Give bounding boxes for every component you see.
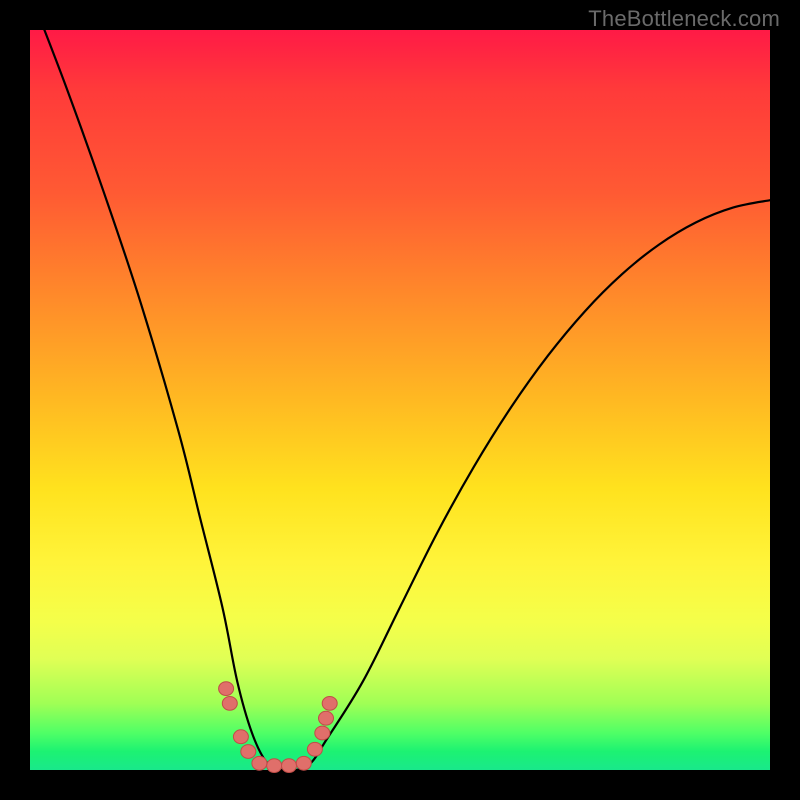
marker-dot: [219, 682, 234, 696]
marker-dot: [222, 697, 237, 711]
marker-group: [219, 682, 338, 773]
marker-dot: [296, 756, 311, 770]
frame-background: TheBottleneck.com: [0, 0, 800, 800]
marker-dot: [267, 759, 282, 773]
marker-dot: [307, 742, 322, 756]
marker-dot: [252, 756, 267, 770]
marker-dot: [315, 726, 330, 740]
bottleneck-curve: [30, 0, 770, 771]
watermark-text: TheBottleneck.com: [588, 6, 780, 32]
marker-dot: [282, 759, 297, 773]
plot-area: [30, 30, 770, 770]
marker-dot: [322, 697, 337, 711]
marker-dot: [241, 745, 256, 759]
marker-dot: [233, 730, 248, 744]
curve-svg: [30, 30, 770, 770]
marker-dot: [319, 711, 334, 725]
